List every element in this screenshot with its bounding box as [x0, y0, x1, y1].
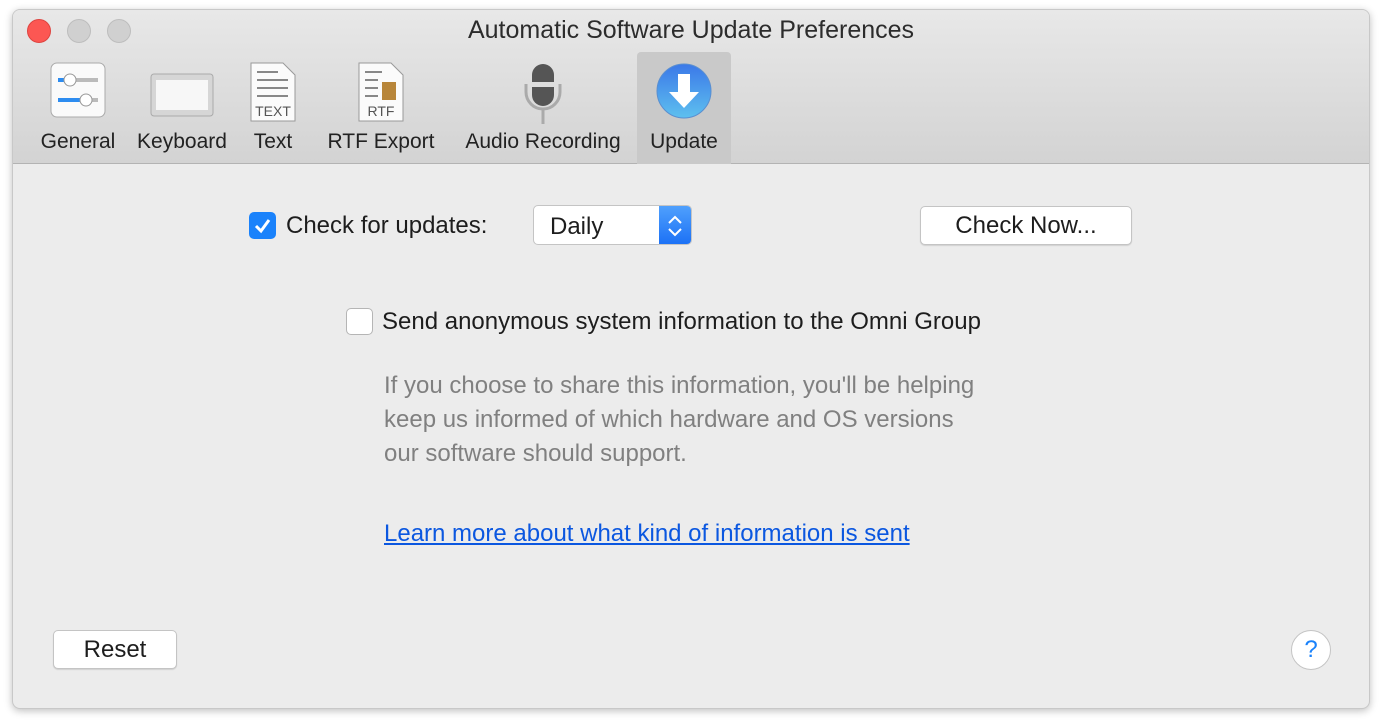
description-line: If you choose to share this information,…: [384, 372, 975, 399]
text-badge: TEXT: [255, 103, 291, 119]
frequency-value: Daily: [550, 213, 604, 240]
toolbar: Automatic Software Update Preferences Ge…: [13, 10, 1369, 164]
text-document-icon: TEXT: [250, 62, 296, 122]
tab-keyboard[interactable]: Keyboard: [127, 52, 237, 164]
check-now-button[interactable]: Check Now...: [920, 206, 1132, 245]
tab-update[interactable]: Update: [637, 52, 731, 164]
tab-label: RTF Export: [327, 130, 435, 153]
send-anonymous-checkbox[interactable]: [346, 308, 373, 335]
send-anonymous-label: Send anonymous system information to the…: [382, 308, 981, 335]
anonymous-description: If you choose to share this information,…: [384, 369, 974, 471]
tab-label: Audio Recording: [465, 130, 621, 153]
preferences-window: Automatic Software Update Preferences Ge…: [12, 9, 1370, 709]
tab-label: Update: [650, 130, 718, 153]
help-button[interactable]: ?: [1291, 630, 1331, 670]
learn-more-link[interactable]: Learn more about what kind of informatio…: [384, 520, 910, 548]
window-title: Automatic Software Update Preferences: [467, 16, 915, 44]
tab-general[interactable]: General: [23, 52, 133, 164]
tab-label: Text: [253, 130, 293, 153]
check-updates-label: Check for updates:: [286, 212, 488, 239]
keyboard-icon: [150, 73, 214, 117]
sliders-icon: [50, 62, 106, 118]
rtf-document-icon: RTF: [358, 62, 404, 122]
check-updates-checkbox[interactable]: [249, 212, 276, 239]
frequency-select[interactable]: Daily: [533, 205, 692, 245]
rtf-badge: RTF: [368, 103, 395, 119]
checkmark-icon: [254, 219, 271, 234]
microphone-icon: [524, 64, 562, 124]
tab-audio-recording[interactable]: Audio Recording: [455, 52, 631, 164]
tab-label: General: [40, 130, 116, 153]
download-arrow-icon: [656, 63, 712, 119]
tab-text[interactable]: TEXT Text: [241, 52, 305, 164]
chevron-updown-icon: [659, 206, 691, 244]
reset-button[interactable]: Reset: [53, 630, 177, 669]
tab-label: Keyboard: [137, 130, 227, 153]
description-line: keep us informed of which hardware and O…: [384, 406, 954, 433]
tab-rtf-export[interactable]: RTF RTF Export: [319, 52, 443, 164]
description-line: our software should support.: [384, 440, 687, 467]
